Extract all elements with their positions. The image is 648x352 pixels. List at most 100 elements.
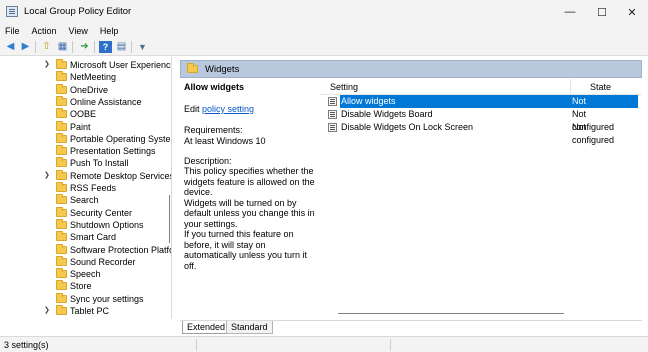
tree-item-label: Security Center	[70, 207, 133, 218]
toolbar-separator	[72, 41, 73, 53]
folder-icon	[56, 132, 67, 143]
tree-item-label: Remote Desktop Services	[70, 170, 172, 181]
requirements-label: Requirements:	[184, 125, 243, 135]
menu-view[interactable]: View	[63, 26, 94, 36]
tree-item[interactable]: Software Protection Platfo	[0, 243, 171, 256]
tree-item[interactable]: Online Assistance	[0, 95, 167, 108]
folder-icon	[56, 120, 67, 131]
tree-item[interactable]: Smart Card	[0, 231, 167, 243]
maximize-button[interactable]: ☐	[586, 0, 618, 24]
list-horizontal-scrollbar-thumb[interactable]	[338, 313, 564, 314]
tree-item-label: Paint	[70, 121, 91, 132]
tree-item[interactable]: Search	[0, 194, 167, 206]
setting-row-disable-widgets-lock-screen[interactable]: Disable Widgets On Lock Screen Not confi…	[328, 121, 628, 145]
folder-icon	[56, 243, 67, 254]
tree-item[interactable]: Portable Operating System	[0, 132, 171, 145]
tree-item[interactable]: Sync your settings	[0, 292, 167, 305]
navigation-tree[interactable]: ❯ Microsoft User Experience NetMeeting OneD…	[0, 57, 172, 319]
tree-item[interactable]: Speech	[0, 268, 167, 280]
tree-item[interactable]: Shutdown Options	[0, 218, 167, 231]
tree-item[interactable]: ❯ Remote Desktop Services	[0, 169, 171, 182]
tree-item[interactable]: Presentation Settings	[0, 145, 167, 157]
policy-setting-icon	[328, 97, 337, 106]
folder-icon	[56, 280, 67, 291]
description-paragraph: This policy specifies whether the widget…	[184, 166, 315, 197]
tree-item-label: Store	[70, 281, 92, 292]
expand-chevron-icon[interactable]: ❯	[44, 170, 52, 182]
tree-item[interactable]: RSS Feeds	[0, 182, 167, 194]
filter-icon[interactable]: ▼	[136, 41, 149, 53]
category-title: Widgets	[205, 64, 240, 75]
tree-item[interactable]: Security Center	[0, 206, 167, 219]
category-header: Widgets	[180, 60, 642, 78]
setting-name: Allow widgets	[341, 96, 396, 106]
folder-icon	[56, 145, 67, 156]
setting-name: Disable Widgets On Lock Screen	[341, 122, 474, 132]
tree-scrollbar[interactable]	[167, 57, 172, 319]
tree-item[interactable]: Store	[0, 280, 167, 292]
description-panel: Allow widgets Edit policy setting Requir…	[180, 79, 320, 319]
tree-item-label: Shutdown Options	[70, 219, 144, 230]
tab-standard[interactable]: Standard	[226, 321, 273, 334]
policy-setting-link[interactable]: policy setting	[202, 104, 254, 114]
column-divider[interactable]	[570, 79, 571, 95]
settings-list: Setting State Allow widgets Not configur…	[320, 79, 642, 319]
tree-item-label: Search	[70, 195, 99, 206]
menu-help[interactable]: Help	[94, 26, 125, 36]
description-text: This policy specifies whether the widget…	[184, 166, 320, 271]
tree-item[interactable]: NetMeeting	[0, 71, 167, 83]
column-header-state[interactable]: State	[590, 82, 611, 92]
folder-icon	[56, 95, 67, 106]
status-divider	[196, 339, 197, 351]
description-label: Description:	[184, 156, 232, 166]
tree-item-label: OneDrive	[70, 84, 109, 95]
requirements-value: At least Windows 10	[184, 136, 266, 146]
menu-bar: File Action View Help	[0, 24, 648, 38]
setting-row-allow-widgets[interactable]: Allow widgets Not configured	[328, 95, 638, 119]
tree-item[interactable]: Push To Install	[0, 157, 167, 169]
tree-item-label: NetMeeting	[70, 72, 117, 83]
properties-icon[interactable]: ▤	[115, 41, 128, 53]
close-button[interactable]: ✕	[616, 0, 648, 24]
back-arrow-icon[interactable]: ◀	[4, 41, 17, 53]
status-setting-count: 3 setting(s)	[4, 340, 49, 350]
tree-item[interactable]: Sound Recorder	[0, 255, 167, 268]
forward-arrow-icon[interactable]: ▶	[19, 41, 32, 53]
folder-icon	[56, 255, 67, 266]
export-list-icon[interactable]: ➜	[78, 41, 91, 53]
folder-icon	[56, 268, 67, 279]
menu-action[interactable]: Action	[26, 26, 63, 36]
tree-scrollbar-thumb[interactable]	[169, 195, 170, 243]
tree-item-label: OOBE	[70, 109, 97, 120]
tree-item[interactable]: ❯ Microsoft User Experience	[0, 59, 171, 71]
folder-icon	[56, 83, 67, 94]
description-paragraph: Widgets will be turned on by default unl…	[184, 197, 315, 229]
folder-icon	[187, 63, 198, 73]
policy-setting-icon	[328, 110, 337, 119]
tree-item-label: Sound Recorder	[70, 256, 136, 267]
tree-item[interactable]: ❯ Tablet PC	[0, 305, 167, 317]
tab-extended[interactable]: Extended	[182, 321, 231, 334]
tree-item-label: Software Protection Platfo	[70, 244, 172, 255]
column-header-setting[interactable]: Setting	[330, 82, 358, 92]
details-pane: Widgets Allow widgets Edit policy settin…	[180, 57, 642, 320]
folder-icon	[56, 71, 67, 82]
tree-item[interactable]: Paint	[0, 120, 167, 133]
setting-row-disable-widgets-board[interactable]: Disable Widgets Board Not configured	[328, 108, 628, 132]
menu-file[interactable]: File	[0, 26, 26, 36]
help-icon[interactable]: ?	[99, 41, 112, 53]
toolbar-separator	[35, 41, 36, 53]
up-folder-icon[interactable]: ⇧	[40, 41, 53, 53]
edit-prefix: Edit	[184, 104, 203, 114]
tree-item[interactable]: OneDrive	[0, 83, 167, 96]
tree-item[interactable]: OOBE	[0, 108, 167, 120]
tree-item-label: Tablet PC	[70, 306, 110, 316]
view-tabs: Extended Standard	[180, 320, 642, 334]
selected-policy-title: Allow widgets	[184, 82, 245, 92]
show-hide-tree-icon[interactable]: ▦	[56, 41, 69, 53]
expand-chevron-icon[interactable]: ❯	[44, 305, 52, 317]
folder-icon	[56, 59, 67, 69]
policy-setting-icon	[328, 123, 337, 132]
expand-chevron-icon[interactable]: ❯	[44, 59, 52, 71]
minimize-button[interactable]: —	[554, 0, 586, 24]
